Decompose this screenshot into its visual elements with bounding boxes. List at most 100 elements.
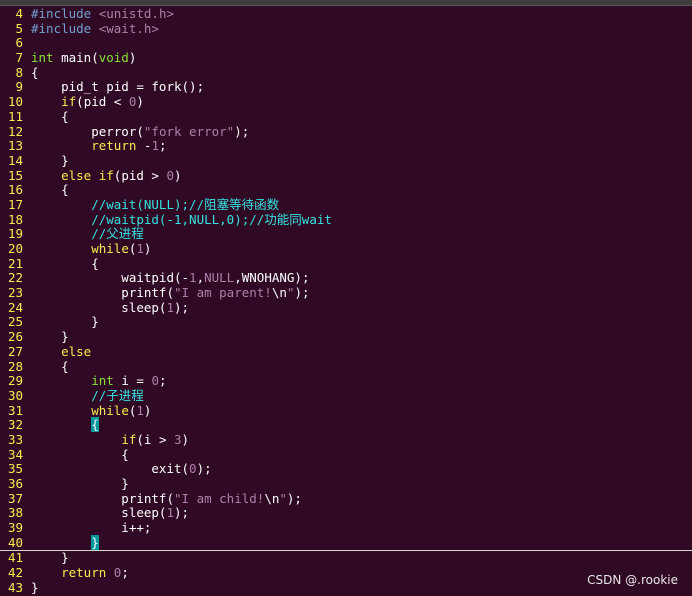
code-token: ); [294, 285, 310, 301]
line-number: 39 [7, 520, 23, 536]
code-line[interactable]: 17 //wait(NULL);//阻塞等待函数 [0, 197, 692, 213]
code-token: waitpid(- [31, 270, 190, 286]
code-token: } [31, 476, 129, 491]
code-token: } [31, 550, 69, 566]
code-line[interactable]: 9 pid_t pid = fork(); [0, 80, 692, 95]
code-token: <wait.h> [98, 20, 159, 36]
code-line[interactable]: 27 else [0, 344, 692, 360]
matching-brace: } [91, 534, 99, 550]
code-text: } [31, 329, 69, 344]
line-number: 42 [7, 565, 23, 581]
code-line[interactable]: 31 while(1) [0, 402, 692, 419]
line-number: 24 [7, 299, 23, 315]
code-line[interactable]: 8{ [0, 65, 692, 81]
code-line[interactable]: 20 while(1) [0, 241, 692, 257]
code-text: return -1; [31, 138, 166, 154]
code-token: , [196, 270, 205, 286]
line-number: 29 [7, 373, 23, 389]
code-line[interactable]: 12 perror("fork error"); [0, 124, 692, 140]
code-line[interactable]: 36 } [0, 476, 692, 492]
code-line[interactable]: 41 } [0, 551, 692, 566]
code-token: { [31, 358, 69, 374]
line-number: 13 [7, 138, 23, 154]
code-line[interactable]: 13 return -1; [0, 138, 692, 154]
code-token: #include [31, 20, 99, 36]
code-line[interactable]: 32 { [0, 417, 692, 433]
cursor-line[interactable]: 40 } [0, 534, 692, 552]
code-token: } [31, 152, 69, 168]
code-line[interactable]: 34 { [0, 446, 692, 463]
code-text: //wait(NULL);//阻塞等待函数 [31, 197, 279, 212]
code-line[interactable]: 10 if(pid < 0) [0, 94, 692, 110]
code-line[interactable]: 22 waitpid(-1,NULL,WNOHANG); [0, 271, 692, 286]
code-token: \n [271, 285, 287, 301]
code-line[interactable]: 35 exit(0); [0, 461, 692, 477]
code-token: i = [113, 373, 152, 389]
watermark: CSDN @.rookie [587, 573, 678, 587]
code-text: //子进程 [31, 388, 144, 403]
code-text: int main(void) [31, 50, 136, 65]
code-line[interactable]: 24 sleep(1); [0, 299, 692, 316]
code-line[interactable]: 38 sleep(1); [0, 506, 692, 521]
code-token: 1 [136, 402, 144, 418]
code-text: printf("I am child!\n"); [31, 491, 302, 506]
code-line[interactable]: 19 //父进程 [0, 226, 692, 242]
code-text: { [31, 359, 69, 374]
code-line[interactable]: 29 int i = 0; [0, 373, 692, 389]
code-line[interactable]: 18 //waitpid(-1,NULL,0);//功能同wait [0, 211, 692, 228]
line-number: 23 [7, 285, 23, 301]
code-token: { [31, 446, 129, 462]
code-line[interactable]: 39 i++; [0, 520, 692, 536]
code-token: { [31, 108, 69, 124]
line-number: 28 [7, 358, 23, 374]
code-token: ) [143, 402, 152, 418]
code-token: if [61, 94, 77, 110]
code-line[interactable]: 15 else if(pid > 0) [0, 168, 692, 184]
line-number: 20 [7, 241, 23, 256]
code-text: return 0; [31, 565, 129, 580]
line-number: 11 [7, 108, 23, 124]
code-line[interactable]: 30 //子进程 [0, 388, 692, 404]
code-line[interactable]: 5 #include <wait.h> [0, 20, 692, 37]
code-line[interactable]: 7 int main(void) [0, 50, 692, 66]
code-line[interactable]: 28 { [0, 358, 692, 375]
code-text: } [31, 534, 99, 550]
code-line[interactable]: 21 { [0, 255, 692, 272]
code-token: { [31, 255, 99, 271]
code-line[interactable]: 23 printf("I am parent!\n"); [0, 285, 692, 301]
code-token: (i > [136, 431, 175, 447]
code-line[interactable]: 14 } [0, 153, 692, 169]
code-line[interactable]: 25 } [0, 315, 692, 330]
code-text: } [31, 153, 69, 168]
code-line[interactable]: 11 { [0, 108, 692, 125]
code-editor[interactable]: 4 #include <unistd.h> 5 #include <wait.h> 6 7… [0, 6, 692, 596]
line-number: 38 [7, 505, 23, 521]
code-token: 0 [151, 373, 159, 389]
code-token: //waitpid(-1,NULL,0);//功能同wait [31, 211, 332, 227]
code-line[interactable]: 33 if(i > 3) [0, 431, 692, 448]
code-line[interactable]: 6 [0, 36, 692, 51]
code-line[interactable]: 37 printf("I am child!\n"); [0, 491, 692, 507]
code-token: return [91, 138, 137, 154]
matching-brace: { [91, 417, 99, 433]
code-token: ) [128, 50, 137, 66]
line-number: 19 [7, 226, 23, 242]
code-token: } [31, 314, 99, 330]
code-text: pid_t pid = fork(); [31, 79, 204, 95]
line-number: 43 [7, 579, 23, 595]
code-text: perror("fork error"); [31, 124, 249, 139]
line-number: 41 [7, 550, 23, 566]
code-token: \n [264, 490, 280, 506]
code-line[interactable]: 26 } [0, 329, 692, 345]
code-text: if(pid < 0) [31, 94, 144, 109]
code-text: { [31, 417, 99, 433]
code-token: ); [234, 123, 250, 139]
line-number: 21 [7, 255, 23, 271]
code-token: ) [181, 431, 190, 447]
code-line[interactable]: 16 { [0, 182, 692, 198]
line-number: 10 [7, 94, 23, 110]
code-line[interactable]: 4 #include <unistd.h> [0, 6, 692, 22]
